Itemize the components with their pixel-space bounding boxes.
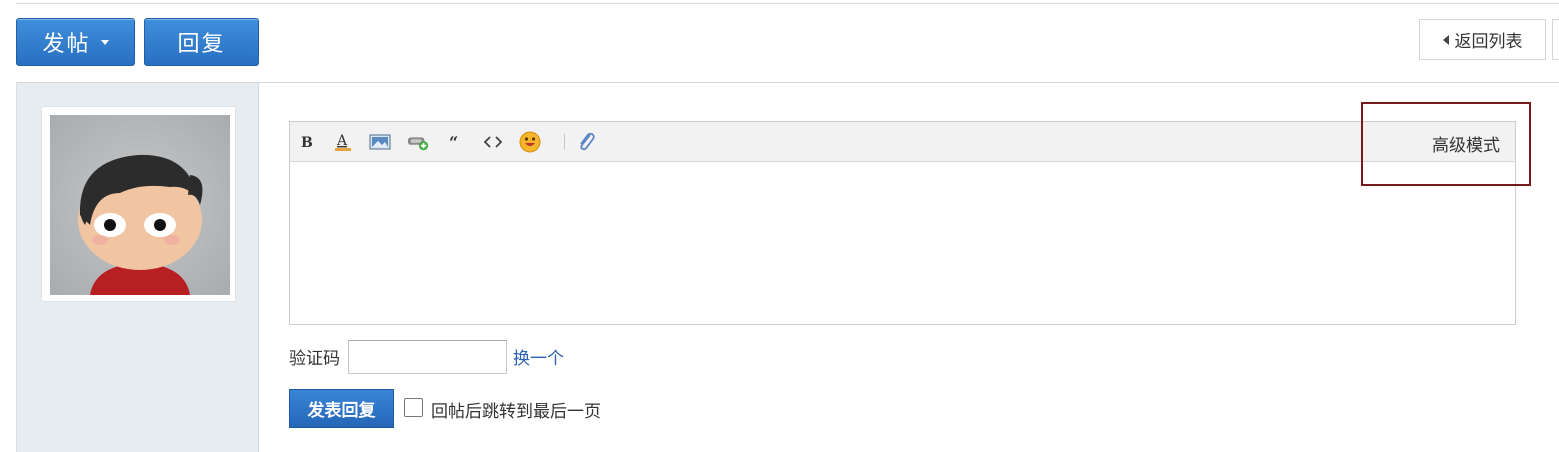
bold-icon[interactable]: B: [296, 132, 318, 152]
highlight-annotation-box: [1361, 102, 1531, 186]
smiley-icon[interactable]: [519, 131, 541, 153]
captcha-refresh-link[interactable]: 换一个: [513, 344, 564, 369]
reply-textarea[interactable]: [290, 162, 1515, 325]
captcha-input[interactable]: [348, 340, 507, 374]
font-color-icon[interactable]: A: [332, 132, 354, 152]
quote-icon[interactable]: “: [444, 132, 466, 152]
jump-to-last-page-label[interactable]: 回帖后跳转到最后一页: [431, 397, 601, 422]
back-to-list-label: 返回列表: [1454, 32, 1523, 52]
reply-button[interactable]: 回复: [144, 18, 259, 66]
new-post-button[interactable]: 发帖: [16, 18, 135, 66]
submit-reply-button[interactable]: 发表回复: [289, 389, 394, 428]
image-icon[interactable]: [369, 132, 391, 152]
new-post-label: 发帖: [42, 32, 91, 57]
next-button-partial[interactable]: [1552, 19, 1559, 60]
editor-toolbar: B A “ 高级模式: [290, 122, 1515, 162]
back-to-list-button[interactable]: 返回列表: [1419, 19, 1546, 60]
avatar-image: [50, 115, 230, 295]
link-icon[interactable]: [407, 132, 429, 152]
code-icon[interactable]: [482, 132, 504, 152]
captcha-label: 验证码: [289, 349, 340, 369]
reply-label: 回复: [177, 32, 226, 57]
svg-text:“: “: [449, 134, 458, 150]
svg-text:A: A: [336, 133, 348, 149]
top-divider: [16, 3, 1559, 4]
svg-text:B: B: [301, 135, 313, 150]
toolbar-divider: [564, 134, 565, 150]
avatar[interactable]: [41, 106, 236, 302]
reply-editor: B A “ 高级模式: [289, 121, 1516, 325]
jump-to-last-page-checkbox[interactable]: [404, 398, 423, 417]
paperclip-icon[interactable]: [576, 132, 598, 152]
chevron-down-icon: [100, 39, 109, 45]
caret-left-icon: [1442, 34, 1449, 45]
user-sidebar: [16, 83, 259, 452]
